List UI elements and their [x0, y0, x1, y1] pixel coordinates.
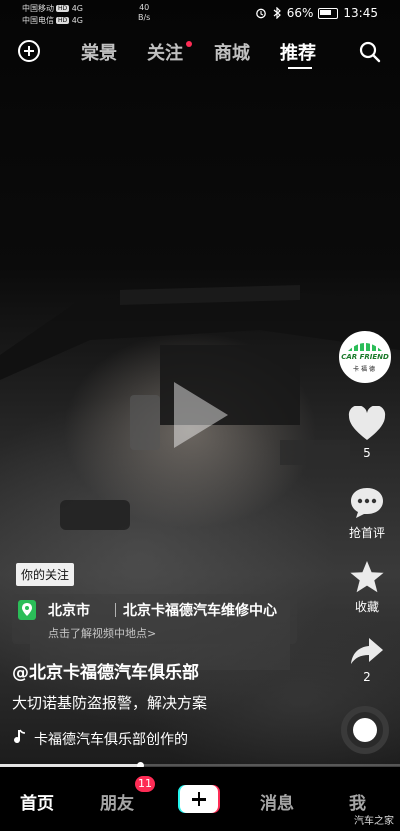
music-title[interactable]: 卡福德汽车俱乐部创作的	[34, 729, 214, 749]
play-icon[interactable]	[170, 380, 230, 450]
status-bar: 中国移动 HD 4G 中国电信 HD 4G 40 B/s 66% 13:45	[0, 0, 400, 28]
comment-icon	[351, 488, 383, 518]
like-count: 5	[363, 446, 371, 460]
friends-badge: 11	[135, 776, 155, 792]
top-nav: 棠景 关注 商城 推荐	[0, 34, 400, 70]
share-count: 2	[363, 670, 371, 684]
nav-home[interactable]: 首页	[20, 789, 54, 814]
bluetooth-icon	[273, 7, 281, 19]
nav-inbox[interactable]: 消息	[260, 789, 294, 814]
alarm-icon	[255, 8, 266, 19]
star-icon	[350, 561, 384, 593]
share-icon	[351, 638, 383, 664]
location-hint: 点击了解视频中地点>	[48, 627, 157, 640]
watermark: 汽车之家	[354, 816, 394, 827]
like-button[interactable]: 5	[342, 406, 392, 460]
location-name: 北京卡福德汽车维修中心	[123, 603, 277, 619]
net-speed: 40 B/s	[138, 3, 151, 22]
music-disc-icon[interactable]	[341, 706, 389, 754]
heart-icon	[348, 406, 386, 440]
favorite-label: 收藏	[354, 600, 379, 614]
comment-button[interactable]: 抢首评	[342, 486, 392, 541]
status-right: 66% 13:45	[255, 6, 378, 20]
bottom-nav: 首页 朋友 11 消息 我 汽车之家	[0, 767, 400, 831]
tab-recommend[interactable]: 推荐	[280, 39, 316, 65]
author-avatar[interactable]: CAR FRIEND 卡福德	[339, 331, 391, 383]
carrier-2: 中国电信 HD 4G	[22, 16, 83, 25]
share-button[interactable]: 2	[342, 636, 392, 684]
nav-me[interactable]: 我	[349, 789, 366, 814]
tab-mall[interactable]: 商城	[214, 39, 250, 65]
plus-circle-icon[interactable]	[18, 40, 40, 62]
favorite-button[interactable]: 收藏	[342, 560, 392, 615]
tab-landscape[interactable]: 棠景	[81, 39, 117, 65]
battery-icon	[318, 7, 339, 19]
battery-percent: 66%	[286, 6, 314, 20]
location-pin-icon	[18, 600, 36, 620]
location-separator	[115, 603, 116, 617]
nav-friends[interactable]: 朋友	[100, 789, 134, 814]
carrier-1: 中国移动 HD 4G	[22, 4, 83, 13]
avatar-subtitle: 卡福德	[352, 366, 377, 373]
location-card[interactable]: 北京市 北京卡福德汽车维修中心 点击了解视频中地点>	[12, 594, 297, 644]
clock: 13:45	[343, 6, 378, 20]
following-unread-dot	[186, 41, 192, 47]
music-disc-cover	[353, 718, 377, 742]
comment-label: 抢首评	[348, 526, 385, 540]
avatar-title: CAR FRIEND	[341, 353, 389, 361]
active-tab-underline	[288, 67, 312, 69]
avatar-logo-arch	[348, 341, 382, 351]
location-city: 北京市	[48, 603, 90, 619]
search-icon[interactable]	[359, 41, 381, 63]
video-description: 大切诺基防盗报警，解决方案	[12, 694, 208, 712]
author-name[interactable]: @北京卡福德汽车俱乐部	[12, 658, 199, 683]
music-note-icon	[14, 729, 26, 744]
create-plus-icon[interactable]	[178, 785, 220, 813]
your-following-tag: 你的关注	[16, 563, 75, 586]
tab-following[interactable]: 关注	[147, 39, 183, 65]
